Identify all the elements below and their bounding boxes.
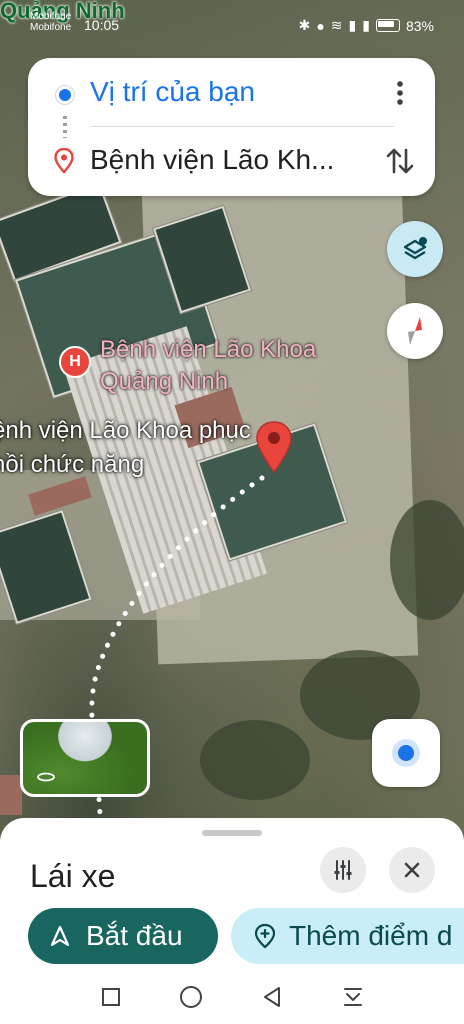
back-button[interactable]	[259, 984, 285, 1010]
poi-label[interactable]: Bệnh viện Lão Khoa Quảng Ninh	[100, 334, 360, 398]
pull-down-icon	[344, 988, 362, 1006]
destination-map-label[interactable]: ệnh viện Lão Khoa phục hồi chức năng	[0, 414, 262, 482]
signal-icon: ▮	[362, 17, 370, 33]
triangle-back-icon	[264, 987, 280, 1007]
hospital-poi-icon[interactable]: H	[59, 346, 91, 378]
recents-button[interactable]	[98, 984, 124, 1010]
circle-icon	[180, 986, 202, 1008]
battery-level: 83%	[405, 17, 434, 34]
home-button[interactable]	[178, 984, 204, 1010]
origin-dot-icon	[56, 86, 74, 104]
location-icon: ●	[316, 17, 325, 34]
directions-card: Vị trí của bạn Bệnh viện Lão Kh...	[28, 58, 435, 196]
more-options-icon[interactable]	[390, 76, 410, 110]
layers-button[interactable]	[387, 221, 443, 277]
travel-mode-title: Lái xe	[30, 858, 116, 894]
navigation-arrow-icon	[50, 925, 70, 947]
close-icon	[404, 862, 420, 878]
origin-field[interactable]: Vị trí của bạn	[90, 76, 255, 108]
start-navigation-button[interactable]: Bắt đầu	[28, 908, 218, 964]
clock: 10:05	[84, 17, 120, 33]
compass-icon	[408, 317, 422, 345]
battery-icon	[375, 19, 400, 32]
add-stop-label: Thêm điểm d	[289, 920, 453, 951]
status-icons: ✱ ● ≋ ▮ ▮ 83%	[299, 17, 434, 34]
carrier-1: Mobifone	[30, 11, 72, 22]
signal-icon: ▮	[348, 17, 357, 33]
swap-icon[interactable]	[384, 144, 416, 178]
destination-pin-icon	[54, 148, 74, 174]
bluetooth-icon: ✱	[298, 17, 311, 33]
street-view-thumbnail[interactable]	[20, 719, 150, 797]
tune-icon	[334, 860, 352, 880]
status-bar: Quảng Ninh Mobifone Mobifone 10:05 ✱ ● ≋…	[0, 0, 464, 44]
route-connector	[63, 116, 67, 138]
wifi-icon: ≋	[330, 17, 343, 33]
add-stop-pin-icon	[254, 923, 276, 949]
destination-marker-icon[interactable]	[254, 420, 294, 474]
compass-button[interactable]	[387, 303, 443, 359]
drag-handle[interactable]	[202, 830, 262, 836]
route-options-button[interactable]	[320, 847, 366, 893]
carrier-labels: Mobifone Mobifone	[30, 11, 71, 33]
add-stop-button[interactable]: Thêm điểm d	[231, 908, 464, 964]
divider	[90, 126, 394, 127]
system-nav-bar	[0, 970, 464, 1024]
rotate-360-icon	[37, 772, 55, 782]
my-location-icon	[392, 739, 420, 767]
close-button[interactable]	[389, 847, 435, 893]
carrier-2: Mobifone	[30, 22, 72, 33]
layers-icon	[403, 237, 427, 260]
my-location-button[interactable]	[372, 719, 440, 787]
notification-pull-button[interactable]	[340, 984, 366, 1010]
square-icon	[102, 988, 120, 1006]
destination-field[interactable]: Bệnh viện Lão Kh...	[90, 144, 334, 176]
start-label: Bắt đầu	[86, 920, 183, 951]
